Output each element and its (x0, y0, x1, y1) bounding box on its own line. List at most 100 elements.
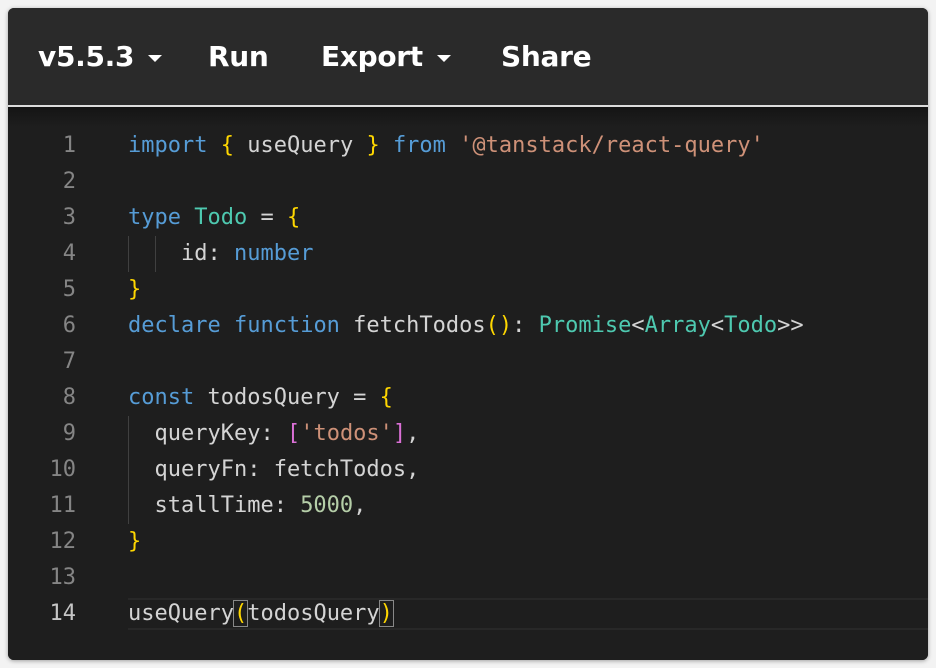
line-number: 6 (62, 313, 76, 338)
code-token: useQuery (233, 133, 367, 158)
code-token: } (366, 133, 380, 158)
line-number: 3 (62, 205, 76, 230)
code-text: } (128, 524, 141, 560)
share-label: Share (501, 40, 592, 73)
code-token: Todo (724, 313, 778, 338)
code-token: : (512, 313, 539, 338)
line-number: 5 (62, 277, 76, 302)
line-number: 10 (49, 457, 77, 482)
code-token: < (631, 313, 645, 338)
code-line[interactable]: 12} (8, 524, 928, 560)
code-text: useQuery(todosQuery) (128, 596, 394, 632)
code-token: todosQuery = (194, 385, 380, 410)
code-token: type (128, 205, 181, 230)
code-token: number (233, 241, 314, 266)
code-token: queryKey: (128, 421, 287, 446)
code-token: >> (777, 313, 804, 338)
code-line[interactable]: 10 queryFn: fetchTodos, (8, 452, 928, 488)
version-dropdown[interactable]: v5.5.3 (38, 8, 163, 105)
code-editor[interactable]: 1 import { useQuery } from '@tanstack/rea… (8, 107, 928, 660)
code-text: declare function fetchTodos(): Promise<A… (128, 308, 804, 344)
run-button[interactable]: Run (208, 8, 269, 105)
code-token: } (128, 277, 142, 302)
code-text: } (128, 272, 141, 308)
code-token: () (485, 313, 513, 338)
code-line[interactable]: 7 (8, 344, 928, 380)
code-token: 5000 (300, 493, 354, 518)
code-line[interactable]: 5} (8, 272, 928, 308)
indent-guide (154, 236, 156, 272)
code-token: stallTime: (128, 493, 301, 518)
code-text: id: number (128, 236, 313, 272)
line-number: 14 (49, 601, 77, 626)
code-line[interactable]: 3 type Todo = { (8, 200, 928, 236)
code-token: ( (232, 600, 249, 627)
code-token: { (220, 133, 234, 158)
line-number: 4 (62, 241, 76, 266)
line-number: 7 (62, 349, 76, 374)
version-label: v5.5.3 (38, 40, 135, 73)
code-token: from (392, 133, 446, 158)
code-token: Todo (194, 205, 248, 230)
code-token: } (128, 529, 142, 554)
editor-top-shadow (8, 107, 928, 127)
code-text: stallTime: 5000, (128, 488, 366, 524)
code-token: function (233, 313, 340, 338)
line-number: 11 (49, 493, 77, 518)
share-button[interactable]: Share (501, 8, 592, 105)
code-token: [ (286, 421, 301, 446)
code-text: queryFn: fetchTodos, (128, 452, 419, 488)
code-text: queryKey: ['todos'], (128, 416, 419, 452)
code-text: import { useQuery } from '@tanstack/reac… (128, 128, 764, 164)
code-token: = (247, 205, 287, 230)
chevron-down-icon (148, 54, 163, 62)
code-token: const (128, 385, 195, 410)
code-token: fetchTodos (339, 313, 486, 338)
code-token: Array (644, 313, 711, 338)
code-line[interactable]: 14 useQuery(todosQuery) (8, 596, 928, 632)
code-token: < (710, 313, 725, 338)
line-number: 12 (49, 529, 77, 554)
line-number: 2 (62, 169, 76, 194)
code-line[interactable]: 2 (8, 164, 928, 200)
code-line[interactable]: 1 import { useQuery } from '@tanstack/rea… (8, 128, 928, 164)
code-token: todosQuery (247, 601, 380, 626)
indent-guide (128, 236, 129, 272)
code-token: '@tanstack/react-query' (459, 133, 764, 158)
code-line[interactable]: 6 declare function fetchTodos(): Promise<… (8, 308, 928, 344)
run-label: Run (208, 40, 269, 73)
code-token: 'todos' (300, 421, 393, 446)
line-number: 1 (62, 133, 76, 158)
code-token: ) (378, 600, 394, 627)
code-token: import (128, 133, 208, 158)
export-dropdown[interactable]: Export (321, 8, 451, 105)
code-token: { (379, 385, 393, 410)
playground-window: v5.5.3 Run Export Share 1 import { useQue… (8, 8, 928, 660)
indent-guide (128, 416, 129, 524)
code-line[interactable]: 8 const todosQuery = { (8, 380, 928, 416)
code-token: declare (128, 313, 221, 338)
code-token: , (406, 421, 420, 446)
line-number: 13 (49, 565, 77, 590)
code-text: type Todo = { (128, 200, 300, 236)
code-token: Promise (538, 313, 632, 338)
export-label: Export (321, 40, 423, 73)
code-token: { (286, 205, 301, 230)
code-text: const todosQuery = { (128, 380, 393, 416)
code-line[interactable]: 11 stallTime: 5000, (8, 488, 928, 524)
code-token: queryFn: fetchTodos, (128, 457, 420, 482)
code-token: ] (392, 421, 407, 446)
line-number: 8 (62, 385, 76, 410)
code-line[interactable]: 13 (8, 560, 928, 596)
code-line[interactable]: 4 id: number (8, 236, 928, 272)
code-token: useQuery (128, 601, 234, 626)
line-number: 9 (62, 421, 76, 446)
toolbar: v5.5.3 Run Export Share (8, 8, 928, 105)
code-token: , (353, 493, 367, 518)
code-line[interactable]: 9 queryKey: ['todos'], (8, 416, 928, 452)
